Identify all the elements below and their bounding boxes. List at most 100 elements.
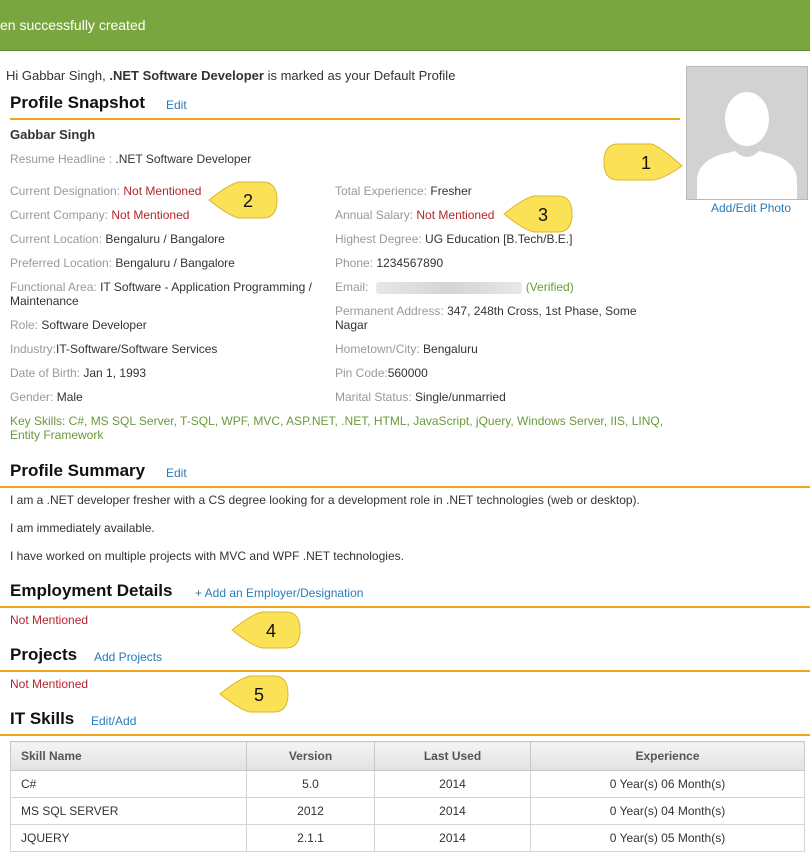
table-header-row: Skill Name Version Last Used Experience [10, 741, 805, 771]
last-used-cell: 2014 [374, 770, 531, 798]
callout-number: 2 [243, 191, 253, 211]
field-value: Not Mentioned [416, 208, 495, 222]
profile-field: Industry:IT-Software/Software Services [10, 342, 330, 356]
add-edit-photo-link[interactable]: Add/Edit Photo [711, 201, 791, 215]
callout-number: 4 [266, 621, 276, 641]
field-label: Marital Status: [335, 390, 416, 404]
last-used-cell: 2014 [374, 797, 531, 825]
section-divider [0, 606, 810, 608]
it-skills-table: Skill Name Version Last Used Experience … [10, 741, 805, 852]
skill-name-cell: C# [10, 770, 247, 798]
callout-5: 5 [219, 675, 289, 713]
field-label: Permanent Address: [335, 304, 448, 318]
summary-line: I am a .NET developer fresher with a CS … [10, 493, 640, 507]
field-value: Bengaluru / Bangalore [115, 256, 235, 270]
success-banner: en successfully created [0, 0, 810, 51]
field-value: 1234567890 [376, 256, 444, 270]
add-employer-link[interactable]: + Add an Employer/Designation [195, 586, 363, 600]
it-skills-edit-add-link[interactable]: Edit/Add [91, 714, 136, 728]
profile-field: Current Designation: Not Mentioned [10, 184, 330, 198]
field-value: Fresher [430, 184, 472, 198]
profile-field: Phone: 1234567890 [335, 256, 655, 270]
profile-snapshot-title: Profile Snapshot [10, 93, 146, 112]
summary-line: I am immediately available. [10, 521, 155, 535]
callout-4: 4 [231, 611, 301, 649]
experience-cell: 0 Year(s) 06 Month(s) [530, 770, 805, 798]
field-label: Date of Birth: [10, 366, 84, 380]
field-label: Email: [335, 280, 372, 294]
field-label: Functional Area: [10, 280, 101, 294]
column-header-last-used[interactable]: Last Used [374, 741, 531, 771]
table-row: C# 5.0 2014 0 Year(s) 06 Month(s) [10, 770, 805, 798]
field-value: Male [56, 390, 83, 404]
field-label: Role: [10, 318, 42, 332]
table-row: MS SQL SERVER 2012 2014 0 Year(s) 04 Mon… [10, 797, 805, 825]
field-label: Total Experience: [335, 184, 431, 198]
field-label: Annual Salary: [335, 208, 417, 222]
field-value: IT-Software/Software Services [56, 342, 218, 356]
profile-field: Date of Birth: Jan 1, 1993 [10, 366, 330, 380]
section-divider [0, 734, 810, 736]
field-value: Single/unmarried [415, 390, 506, 404]
callout-1: 1 [603, 143, 683, 181]
employment-details-title: Employment Details [10, 581, 173, 600]
field-label: Current Designation: [10, 184, 124, 198]
section-divider [0, 670, 810, 672]
field-value: Bengaluru [423, 342, 478, 356]
profile-field: Current Company: Not Mentioned [10, 208, 330, 222]
column-header-version[interactable]: Version [246, 741, 375, 771]
redacted-email [375, 281, 522, 294]
field-label: Gender: [10, 390, 57, 404]
callout-number: 5 [254, 685, 264, 705]
profile-snapshot-edit-link[interactable]: Edit [166, 98, 187, 112]
profile-photo-placeholder[interactable] [686, 66, 808, 200]
profile-summary-title: Profile Summary [10, 461, 146, 480]
summary-line: I have worked on multiple projects with … [10, 549, 404, 563]
profile-field: Highest Degree: UG Education [B.Tech/B.E… [335, 232, 655, 246]
experience-cell: 0 Year(s) 04 Month(s) [530, 797, 805, 825]
callout-2: 2 [208, 181, 278, 219]
callout-3: 3 [503, 195, 573, 233]
field-value: Not Mentioned [123, 184, 202, 198]
skill-name-cell: MS SQL SERVER [10, 797, 247, 825]
field-label: Phone: [335, 256, 377, 270]
column-header-skill[interactable]: Skill Name [10, 741, 247, 771]
experience-cell: 0 Year(s) 05 Month(s) [530, 824, 805, 852]
avatar-silhouette-icon [687, 67, 807, 199]
field-label: Pin Code: [335, 366, 388, 380]
profile-field: Role: Software Developer [10, 318, 330, 332]
employment-value: Not Mentioned [10, 613, 89, 627]
profile-summary-edit-link[interactable]: Edit [166, 466, 187, 480]
field-label: Preferred Location: [10, 256, 116, 270]
candidate-name: Gabbar Singh [10, 127, 96, 142]
profile-field: Permanent Address: 347, 248th Cross, 1st… [335, 304, 655, 332]
projects-value: Not Mentioned [10, 677, 89, 691]
profile-field: Annual Salary: Not Mentioned [335, 208, 655, 222]
profile-field: Hometown/City: Bengaluru [335, 342, 655, 356]
table-row: JQUERY 2.1.1 2014 0 Year(s) 05 Month(s) [10, 824, 805, 852]
version-cell: 2012 [246, 797, 375, 825]
callout-number: 1 [641, 153, 651, 173]
field-value: Bengaluru / Bangalore [105, 232, 225, 246]
last-used-cell: 2014 [374, 824, 531, 852]
projects-title: Projects [10, 645, 78, 664]
field-label: Hometown/City: [335, 342, 424, 356]
profile-field: Total Experience: Fresher [335, 184, 655, 198]
add-projects-link[interactable]: Add Projects [94, 650, 162, 664]
section-divider [0, 486, 810, 488]
default-profile-notice: Hi Gabbar Singh, .NET Software Developer… [6, 68, 456, 83]
field-label: Industry: [10, 342, 57, 356]
field-label: Current Company: [10, 208, 112, 222]
resume-headline: Resume Headline : .NET Software Develope… [10, 152, 252, 166]
version-cell: 5.0 [246, 770, 375, 798]
key-skills: Key Skills: C#, MS SQL Server, T-SQL, WP… [10, 414, 664, 442]
profile-field: Email: (Verified) [335, 280, 655, 294]
callout-number: 3 [538, 205, 548, 225]
column-header-experience[interactable]: Experience [530, 741, 805, 771]
profile-field: Pin Code:560000 [335, 366, 655, 380]
profile-field: Preferred Location: Bengaluru / Bangalor… [10, 256, 330, 270]
skill-name-cell: JQUERY [10, 824, 247, 852]
field-value: Software Developer [41, 318, 147, 332]
it-skills-title: IT Skills [10, 709, 75, 728]
default-profile-name: .NET Software Developer [109, 68, 264, 83]
